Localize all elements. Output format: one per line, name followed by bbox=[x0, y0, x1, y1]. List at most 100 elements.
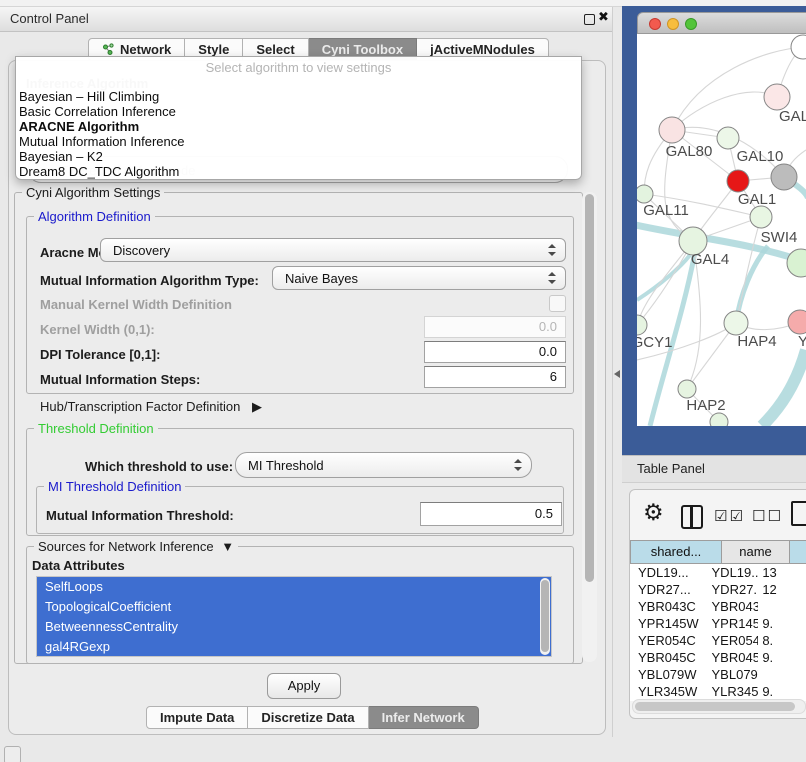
table-cell: 9. bbox=[758, 683, 806, 700]
network-node[interactable] bbox=[727, 170, 749, 192]
table-body: YDL19...YDL19...13YDR27...YDR27...12YBR0… bbox=[630, 564, 806, 701]
table-cell: 13 bbox=[758, 564, 806, 581]
algorithm-dropdown-list: Bayesian – Hill ClimbingBasic Correlatio… bbox=[19, 89, 578, 179]
zoom-traffic-light[interactable] bbox=[685, 18, 697, 30]
table-cell: YPR145W bbox=[630, 615, 704, 632]
dpi-tolerance-input[interactable]: 0.0 bbox=[424, 341, 566, 363]
attribute-item-topologicalcoefficient[interactable]: TopologicalCoefficient bbox=[37, 597, 551, 617]
network-node[interactable] bbox=[724, 311, 748, 335]
node-label-hap2: HAP2 bbox=[686, 397, 725, 414]
network-node[interactable] bbox=[787, 249, 806, 277]
table-hscrollbar-thumb[interactable] bbox=[635, 702, 795, 711]
close-traffic-light[interactable] bbox=[649, 18, 661, 30]
network-node[interactable] bbox=[791, 35, 806, 59]
data-attributes-list: SelfLoopsTopologicalCoefficientBetweenne… bbox=[36, 576, 552, 657]
table-row[interactable]: YBL079WYBL079W bbox=[630, 666, 806, 683]
table-row[interactable]: YER054CYER054C8. bbox=[630, 632, 806, 649]
network-edge bbox=[672, 92, 777, 130]
mi-type-label: Mutual Information Algorithm Type: bbox=[40, 273, 259, 288]
table-row[interactable]: YPR145WYPR145W9. bbox=[630, 615, 806, 632]
attribute-item-gal4rgexp[interactable]: gal4RGexp bbox=[37, 637, 551, 657]
dropdown-item-aracne-algorithm[interactable]: ARACNE Algorithm bbox=[19, 119, 578, 134]
gear-icon[interactable]: ⚙ bbox=[643, 499, 664, 525]
table-cell: YBR045C bbox=[630, 649, 704, 666]
close-icon[interactable]: ✖ bbox=[598, 9, 609, 25]
node-label-gal11: GAL11 bbox=[643, 202, 689, 219]
attributes-scrollbar-thumb[interactable] bbox=[541, 580, 549, 652]
table-row[interactable]: YBR045CYBR045C9. bbox=[630, 649, 806, 666]
kernel-width-label: Kernel Width (0,1): bbox=[40, 322, 155, 337]
node-label-gal80: GAL80 bbox=[666, 143, 713, 160]
network-node[interactable] bbox=[788, 310, 806, 334]
network-node[interactable] bbox=[659, 117, 685, 143]
float-panel-icon[interactable] bbox=[584, 14, 595, 25]
apply-button[interactable]: Apply bbox=[267, 673, 341, 699]
app-root: Control Panel ✖ NetworkStyleSelectCyni T… bbox=[0, 0, 806, 762]
document-icon[interactable] bbox=[791, 501, 806, 526]
network-node[interactable] bbox=[764, 84, 790, 110]
column-header-clipped[interactable] bbox=[790, 540, 806, 564]
settings-scrollbar-thumb[interactable] bbox=[585, 194, 594, 582]
threshold-definition-title: Threshold Definition bbox=[34, 422, 158, 435]
dropdown-item-mutual-information-inference[interactable]: Mutual Information Inference bbox=[19, 134, 578, 149]
split-pane-handle[interactable] bbox=[614, 370, 620, 378]
kernel-width-input[interactable]: 0.0 bbox=[424, 316, 566, 338]
mi-threshold-input[interactable]: 0.5 bbox=[420, 502, 562, 526]
table-panel-title: Table Panel bbox=[637, 461, 705, 476]
tab-discretize-data[interactable]: Discretize Data bbox=[248, 706, 368, 729]
table-row[interactable]: YDR27...YDR27...12 bbox=[630, 581, 806, 598]
stepper-arrows-icon bbox=[513, 459, 522, 471]
dropdown-item-bayesian-k2[interactable]: Bayesian – K2 bbox=[19, 149, 578, 164]
tab-label: Impute Data bbox=[160, 710, 234, 725]
node-label-hap4: HAP4 bbox=[737, 333, 776, 350]
network-node[interactable] bbox=[637, 315, 647, 335]
network-node[interactable] bbox=[717, 127, 739, 149]
minimize-traffic-light[interactable] bbox=[667, 18, 679, 30]
network-node[interactable] bbox=[678, 380, 696, 398]
network-window-titlebar[interactable] bbox=[637, 12, 806, 34]
dropdown-item-dream8-dc-tdc-algorithm[interactable]: Dream8 DC_TDC Algorithm bbox=[19, 164, 578, 179]
table-row[interactable]: YLR345WYLR345W9. bbox=[630, 683, 806, 700]
network-node[interactable] bbox=[637, 185, 653, 203]
network-node[interactable] bbox=[710, 413, 728, 426]
algorithm-dropdown-placeholder: Select algorithm to view settings bbox=[16, 60, 581, 75]
table-cell bbox=[758, 598, 806, 615]
table-row[interactable]: YBR043CYBR043C bbox=[630, 598, 806, 615]
sources-group-header[interactable]: Sources for Network Inference ▼ bbox=[34, 540, 238, 553]
network-node[interactable] bbox=[750, 206, 772, 228]
network-graph: GALGAL80GAL10GAL1GAL11SWI4GAL4GCY1HAP4YH… bbox=[637, 34, 806, 426]
mi-steps-input[interactable]: 6 bbox=[424, 366, 566, 388]
node-label-gal1: GAL1 bbox=[738, 191, 776, 208]
columns-icon[interactable] bbox=[681, 505, 703, 529]
select-all-checkboxes-icon[interactable]: ☑☑ bbox=[714, 507, 745, 525]
table-row[interactable]: YDL19...YDL19...13 bbox=[630, 564, 806, 581]
attribute-item-selfloops[interactable]: SelfLoops bbox=[37, 577, 551, 597]
clear-all-checkboxes-icon[interactable]: ☐☐ bbox=[752, 507, 783, 525]
stepper-arrows-icon bbox=[547, 244, 556, 256]
dropdown-item-basic-correlation-inference[interactable]: Basic Correlation Inference bbox=[19, 104, 578, 119]
which-threshold-combobox[interactable]: MI Threshold bbox=[235, 452, 532, 478]
table-cell: 9. bbox=[758, 615, 806, 632]
table-cell: YDL19... bbox=[704, 564, 759, 581]
tab-label: Discretize Data bbox=[261, 710, 354, 725]
tab-infer-network[interactable]: Infer Network bbox=[369, 706, 479, 729]
hub-section-toggle[interactable]: Hub/Transcription Factor Definition ▶ bbox=[40, 399, 262, 415]
mi-type-combobox[interactable]: Naive Bayes bbox=[272, 266, 566, 290]
aracne-mode-combobox[interactable]: Discovery bbox=[100, 238, 566, 262]
network-canvas[interactable]: GALGAL80GAL10GAL1GAL11SWI4GAL4GCY1HAP4YH… bbox=[637, 34, 806, 426]
network-node[interactable] bbox=[771, 164, 797, 190]
table-header-row: shared...name bbox=[630, 540, 806, 564]
docked-panel-icon[interactable] bbox=[4, 746, 21, 762]
column-header-shared[interactable]: shared... bbox=[630, 540, 722, 564]
table-hscrollbar-track[interactable] bbox=[632, 699, 806, 714]
manual-kernel-checkbox[interactable] bbox=[549, 295, 566, 312]
attribute-item-betweennesscentrality[interactable]: BetweennessCentrality bbox=[37, 617, 551, 637]
algorithm-definition-title: Algorithm Definition bbox=[34, 210, 155, 223]
which-threshold-value: MI Threshold bbox=[236, 458, 513, 473]
dropdown-item-bayesian-hill-climbing[interactable]: Bayesian – Hill Climbing bbox=[19, 89, 578, 104]
tab-impute-data[interactable]: Impute Data bbox=[146, 706, 248, 729]
table-cell: YLR345W bbox=[630, 683, 704, 700]
algorithm-dropdown-popup: Select algorithm to view settings Bayesi… bbox=[15, 56, 582, 180]
manual-kernel-label: Manual Kernel Width Definition bbox=[40, 297, 232, 312]
column-header-name[interactable]: name bbox=[722, 540, 790, 564]
